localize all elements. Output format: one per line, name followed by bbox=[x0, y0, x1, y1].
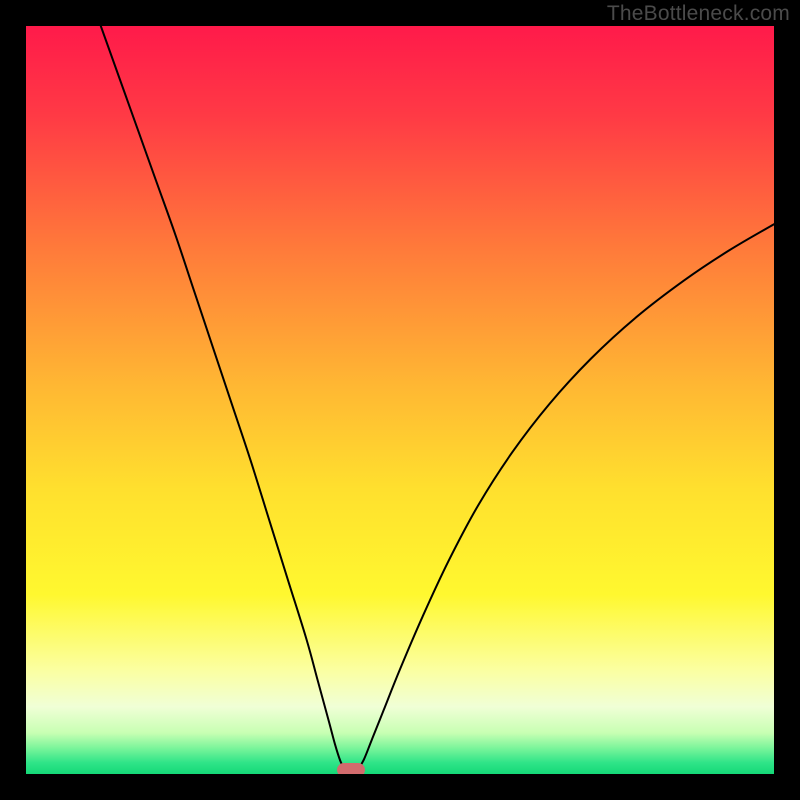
min-marker bbox=[337, 763, 365, 774]
plot-area bbox=[26, 26, 774, 774]
attribution-text: TheBottleneck.com bbox=[607, 2, 790, 26]
background-gradient bbox=[26, 26, 774, 774]
chart-frame: TheBottleneck.com bbox=[0, 0, 800, 800]
